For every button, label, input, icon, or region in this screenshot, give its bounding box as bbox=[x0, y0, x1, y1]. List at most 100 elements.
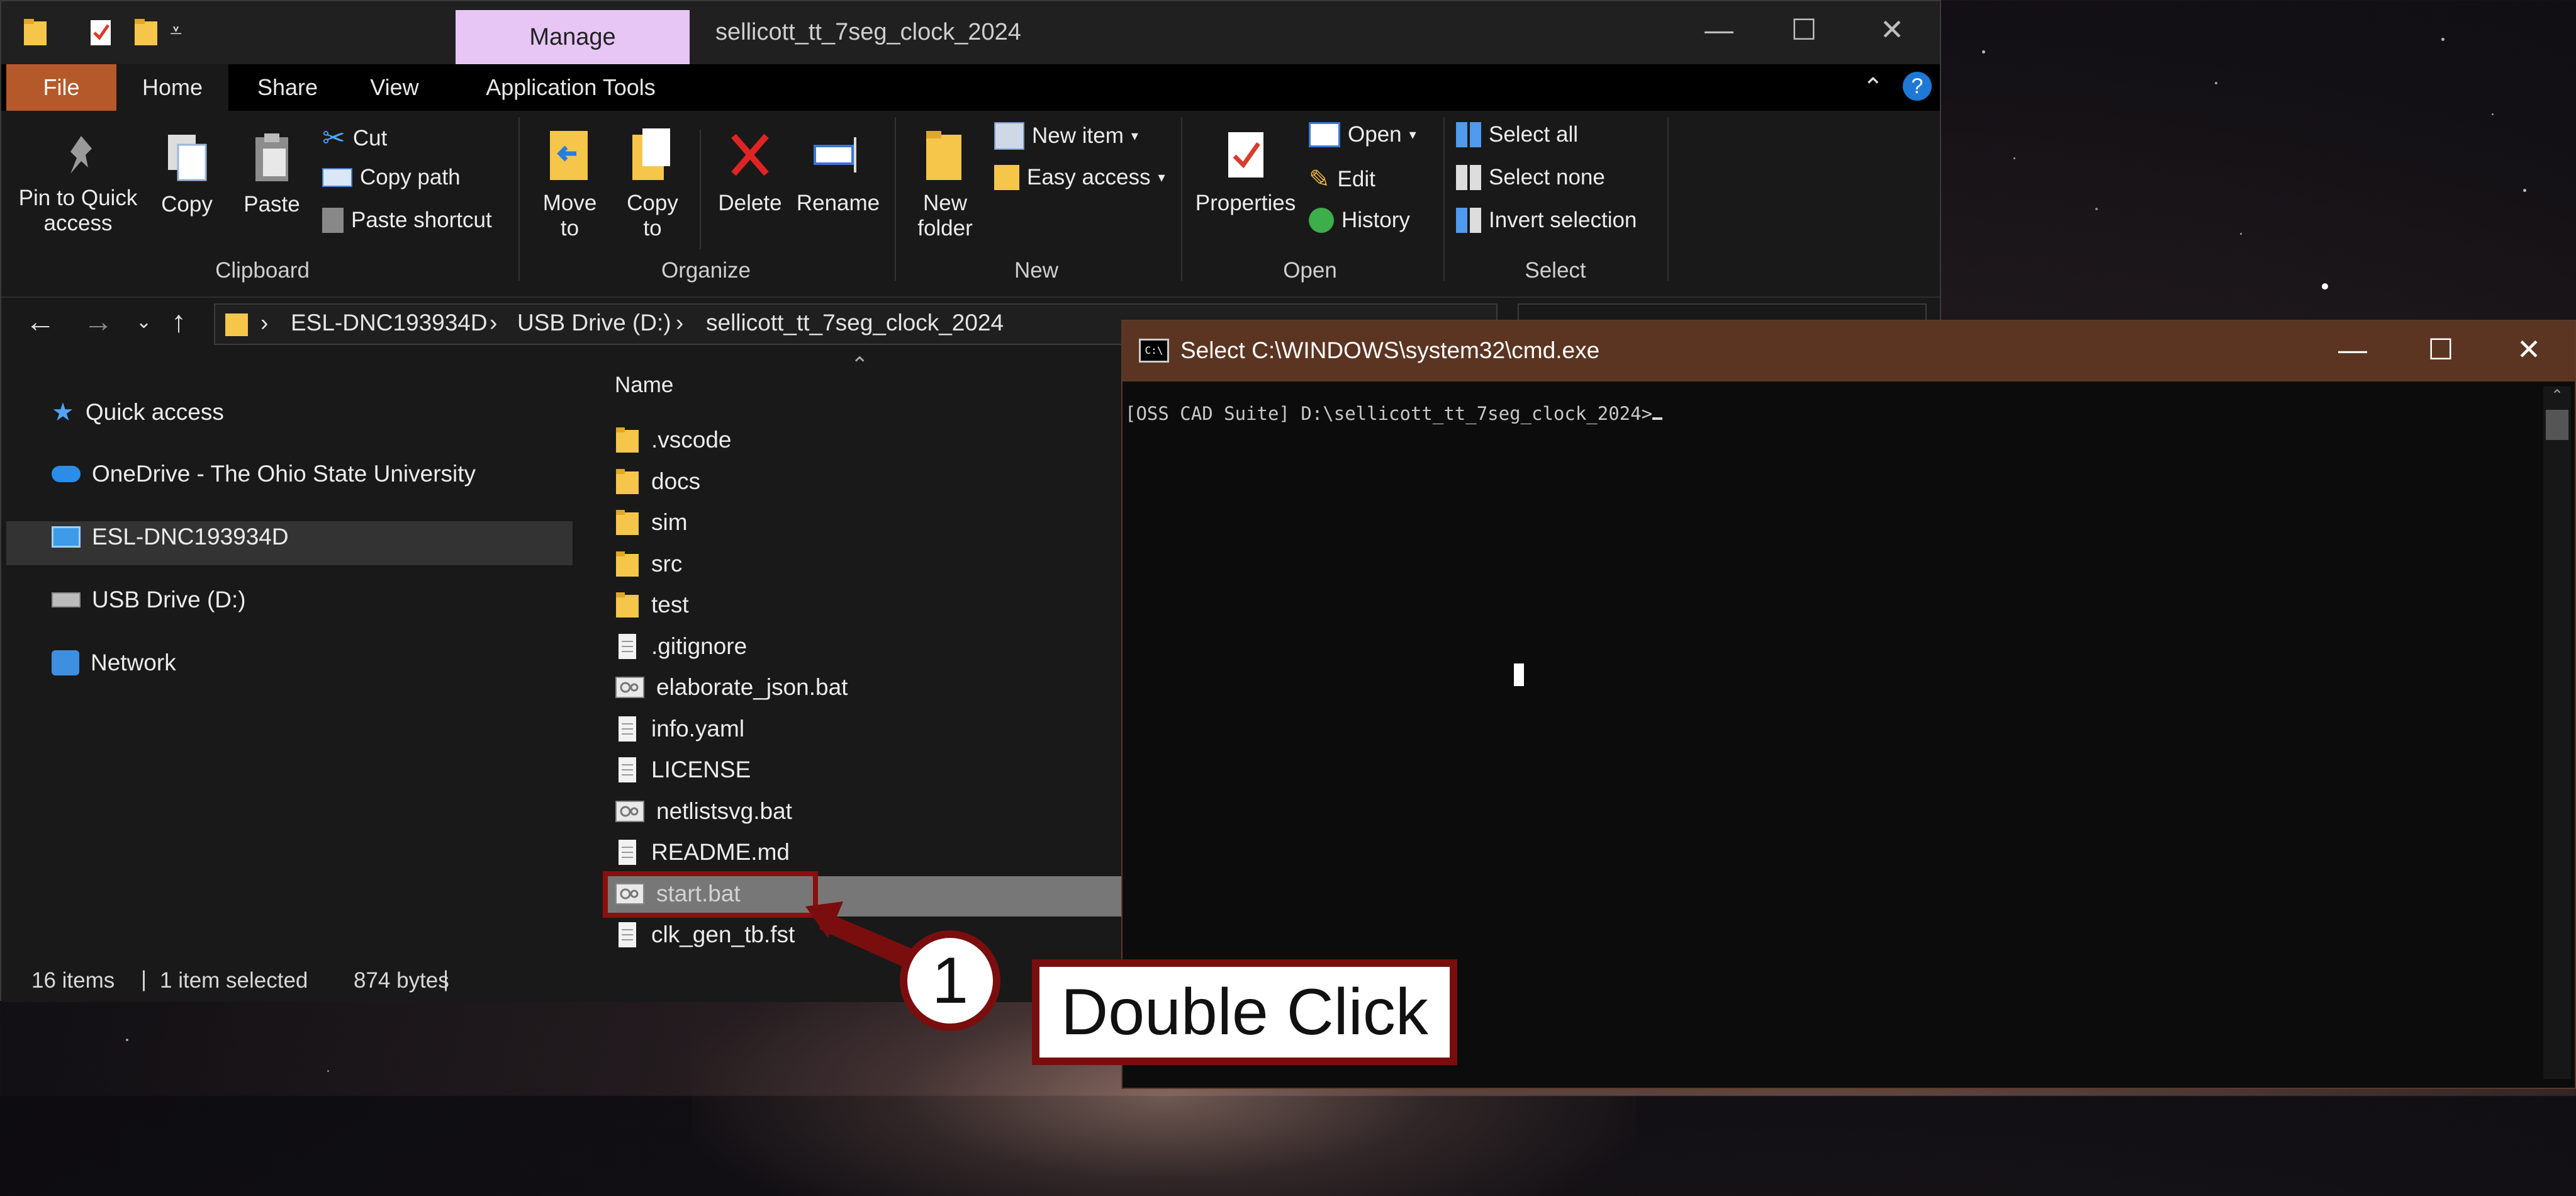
pin-to-quick-access-button[interactable]: Pin to Quick access bbox=[15, 130, 147, 236]
nav-item-network[interactable]: Network bbox=[52, 650, 176, 676]
invert-selection-button[interactable]: Invert selection bbox=[1456, 208, 1637, 233]
file-row[interactable]: info.yaml bbox=[615, 710, 744, 748]
back-arrow-icon[interactable]: ← bbox=[25, 305, 55, 339]
paste-button[interactable]: Paste bbox=[234, 130, 310, 217]
move-to-icon bbox=[549, 131, 588, 180]
select-all-icon bbox=[1456, 122, 1481, 147]
cmd-scrollbar[interactable]: ⌃ bbox=[2543, 386, 2571, 1079]
status-selected: 1 item selected bbox=[160, 968, 308, 993]
close-button[interactable]: ✕ bbox=[1867, 13, 1917, 47]
select-none-button[interactable]: Select none bbox=[1456, 165, 1605, 190]
scrollbar-up-arrow-icon[interactable]: ⌃ bbox=[2543, 386, 2571, 405]
move-to-label: Move to bbox=[542, 191, 597, 240]
new-folder-button[interactable]: New folder bbox=[907, 125, 983, 241]
breadcrumb-computer[interactable]: ESL-DNC193934D bbox=[291, 310, 488, 336]
cmd-maximize-button[interactable]: ☐ bbox=[2412, 332, 2469, 366]
up-arrow-icon[interactable]: ↑ bbox=[171, 305, 186, 339]
file-row[interactable]: .gitignore bbox=[615, 628, 747, 665]
properties-button[interactable]: Properties bbox=[1190, 125, 1301, 216]
dropdown-arrow-icon: ▾ bbox=[1131, 128, 1138, 144]
pin-icon bbox=[70, 136, 92, 174]
new-folder-icon[interactable] bbox=[133, 18, 159, 47]
recent-locations-icon[interactable]: ⌄ bbox=[136, 311, 152, 333]
file-row[interactable]: .vscode bbox=[615, 421, 732, 459]
paste-icon bbox=[255, 133, 288, 181]
help-icon[interactable]: ? bbox=[1903, 72, 1932, 101]
star bbox=[2240, 233, 2242, 235]
file-row[interactable]: test bbox=[615, 586, 689, 624]
copy-to-button[interactable]: Copy to bbox=[618, 125, 687, 241]
explorer-titlebar[interactable]: ⩡ Manage sellicott_tt_7seg_clock_2024 — … bbox=[1, 1, 1940, 64]
open-button[interactable]: Open ▾ bbox=[1309, 122, 1416, 147]
tab-share[interactable]: Share bbox=[247, 64, 328, 111]
file-row[interactable]: src bbox=[615, 545, 682, 583]
text-file-icon bbox=[615, 838, 640, 866]
forward-arrow-icon[interactable]: → bbox=[83, 305, 113, 339]
cmd-close-button[interactable]: ✕ bbox=[2500, 332, 2557, 366]
nav-item-usb-drive[interactable]: USB Drive (D:) bbox=[52, 587, 246, 613]
breadcrumb-separator[interactable]: › bbox=[490, 310, 497, 336]
breadcrumb-separator[interactable]: › bbox=[260, 310, 268, 336]
rename-button[interactable]: Rename bbox=[794, 125, 882, 216]
move-to-button[interactable]: Move to bbox=[534, 125, 606, 241]
status-divider: | bbox=[141, 967, 147, 991]
cmd-prompt-line[interactable]: [OSS CAD Suite] D:\sellicott_tt_7seg_clo… bbox=[1125, 403, 1663, 424]
paste-shortcut-button[interactable]: Paste shortcut bbox=[322, 208, 492, 233]
tab-view[interactable]: View bbox=[354, 64, 435, 111]
maximize-button[interactable]: ☐ bbox=[1779, 13, 1829, 47]
copy-button[interactable]: Copy bbox=[152, 130, 221, 217]
history-label: History bbox=[1341, 208, 1410, 232]
group-label-clipboard: Clipboard bbox=[215, 258, 310, 283]
new-item-button[interactable]: New item ▾ bbox=[994, 122, 1138, 150]
breadcrumb-usb-drive[interactable]: USB Drive (D:) bbox=[517, 310, 671, 336]
folder-icon bbox=[225, 313, 248, 336]
file-row[interactable]: README.md bbox=[615, 833, 790, 871]
file-row[interactable]: netlistsvg.bat bbox=[615, 793, 792, 830]
nav-item-this-pc[interactable]: ESL-DNC193934D bbox=[52, 524, 289, 550]
delete-button[interactable]: Delete bbox=[709, 125, 791, 216]
tab-application-tools[interactable]: Application Tools bbox=[467, 64, 675, 111]
nav-item-quick-access[interactable]: ★ Quick access bbox=[52, 398, 224, 427]
divider bbox=[1443, 117, 1445, 281]
history-icon bbox=[1309, 208, 1334, 233]
group-label-select: Select bbox=[1525, 258, 1586, 283]
file-name: test bbox=[651, 592, 689, 618]
tab-home[interactable]: Home bbox=[116, 64, 228, 111]
batch-file-icon bbox=[615, 674, 645, 701]
tab-file[interactable]: File bbox=[6, 64, 116, 111]
start-bat-highlight-box bbox=[603, 871, 818, 918]
breadcrumb-current-folder[interactable]: sellicott_tt_7seg_clock_2024 bbox=[706, 310, 1004, 336]
cut-button[interactable]: ✂ Cut bbox=[322, 122, 387, 154]
file-row[interactable]: sim bbox=[615, 504, 688, 541]
instruction-label: Double Click bbox=[1032, 959, 1457, 1065]
file-name: README.md bbox=[651, 839, 790, 865]
copy-path-button[interactable]: Copy path bbox=[322, 165, 461, 190]
paste-shortcut-icon bbox=[322, 208, 344, 233]
select-all-label: Select all bbox=[1489, 122, 1579, 147]
edit-button[interactable]: ✎ Edit bbox=[1309, 165, 1375, 194]
file-row[interactable]: clk_gen_tb.fst bbox=[615, 916, 795, 954]
properties-icon[interactable] bbox=[88, 18, 113, 47]
minimize-button[interactable]: — bbox=[1694, 13, 1744, 47]
tab-manage[interactable]: Manage bbox=[456, 10, 690, 64]
folder-icon[interactable] bbox=[23, 18, 48, 47]
history-button[interactable]: History bbox=[1309, 208, 1410, 233]
file-row[interactable]: elaborate_json.bat bbox=[615, 669, 848, 706]
divider bbox=[518, 117, 520, 281]
file-row[interactable]: docs bbox=[615, 463, 700, 500]
folder-icon bbox=[615, 509, 640, 536]
file-row[interactable]: LICENSE bbox=[615, 751, 751, 789]
collapse-ribbon-icon[interactable]: ⌃ bbox=[1862, 73, 1884, 102]
nav-item-onedrive[interactable]: OneDrive - The Ohio State University bbox=[52, 461, 476, 487]
select-all-button[interactable]: Select all bbox=[1456, 122, 1578, 147]
column-header-name[interactable]: Name bbox=[615, 373, 673, 398]
easy-access-button[interactable]: Easy access ▾ bbox=[994, 165, 1165, 190]
star bbox=[2441, 38, 2444, 41]
breadcrumb-separator[interactable]: › bbox=[676, 310, 683, 336]
folder-icon bbox=[615, 550, 640, 578]
customize-quick-access-icon[interactable]: ⩡ bbox=[170, 19, 182, 43]
star bbox=[2215, 82, 2217, 84]
scrollbar-thumb[interactable] bbox=[2546, 410, 2568, 440]
cmd-titlebar[interactable]: C:\ Select C:\WINDOWS\system32\cmd.exe —… bbox=[1123, 321, 2575, 381]
cmd-minimize-button[interactable]: — bbox=[2324, 332, 2381, 366]
